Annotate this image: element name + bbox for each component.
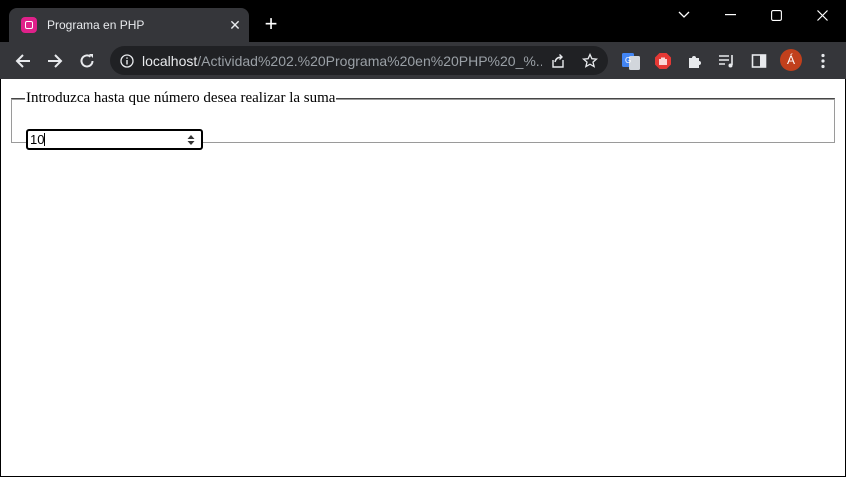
side-panel-icon[interactable] — [749, 51, 769, 71]
tab-strip: Programa en PHP ✕ + — [0, 0, 846, 42]
tab-search-icon[interactable] — [661, 0, 707, 30]
sum-fieldset: Introduzca hasta que número desea realiz… — [11, 90, 835, 150]
reload-icon — [80, 54, 94, 68]
url-path: /Actividad%202.%20Programa%20en%20PHP%20… — [197, 52, 542, 69]
back-button[interactable] — [9, 47, 37, 75]
bookmark-star-icon[interactable] — [582, 53, 598, 69]
close-window-icon[interactable] — [799, 0, 845, 30]
adblock-icon[interactable] — [653, 51, 673, 71]
google-translate-icon[interactable]: G — [621, 51, 641, 71]
close-tab-icon[interactable]: ✕ — [221, 17, 249, 34]
new-tab-button[interactable]: + — [258, 12, 284, 38]
browser-tab[interactable]: Programa en PHP ✕ — [9, 8, 249, 42]
browser-toolbar: localhost/Actividad%202.%20Programa%20en… — [0, 42, 846, 79]
text-caret — [44, 133, 46, 146]
minimize-icon[interactable] — [707, 0, 753, 30]
share-icon[interactable] — [550, 53, 566, 69]
site-info-icon[interactable] — [120, 53, 134, 68]
number-input-value: 10 — [30, 132, 45, 147]
php-favicon-icon — [21, 17, 37, 33]
page-content: Introduzca hasta que número desea realiz… — [1, 79, 845, 476]
media-queue-icon[interactable] — [717, 51, 737, 71]
address-bar[interactable]: localhost/Actividad%202.%20Programa%20en… — [110, 46, 608, 75]
forward-button[interactable] — [41, 47, 69, 75]
forward-arrow-icon — [48, 54, 63, 68]
menu-kebab-icon[interactable] — [813, 51, 833, 71]
number-spinner-icon[interactable] — [187, 134, 195, 146]
extensions-puzzle-icon[interactable] — [685, 51, 705, 71]
url-host: localhost — [142, 52, 198, 69]
fieldset-legend: Introduzca hasta que número desea realiz… — [26, 90, 336, 106]
number-input[interactable]: 10 — [26, 129, 203, 150]
reload-button[interactable] — [73, 47, 101, 75]
svg-text:G: G — [625, 56, 631, 65]
tab-title: Programa en PHP — [47, 18, 145, 32]
profile-avatar[interactable]: Á — [780, 49, 802, 71]
maximize-icon[interactable] — [753, 0, 799, 30]
back-arrow-icon — [15, 54, 30, 68]
url-text[interactable]: localhost/Actividad%202.%20Programa%20en… — [142, 53, 542, 69]
